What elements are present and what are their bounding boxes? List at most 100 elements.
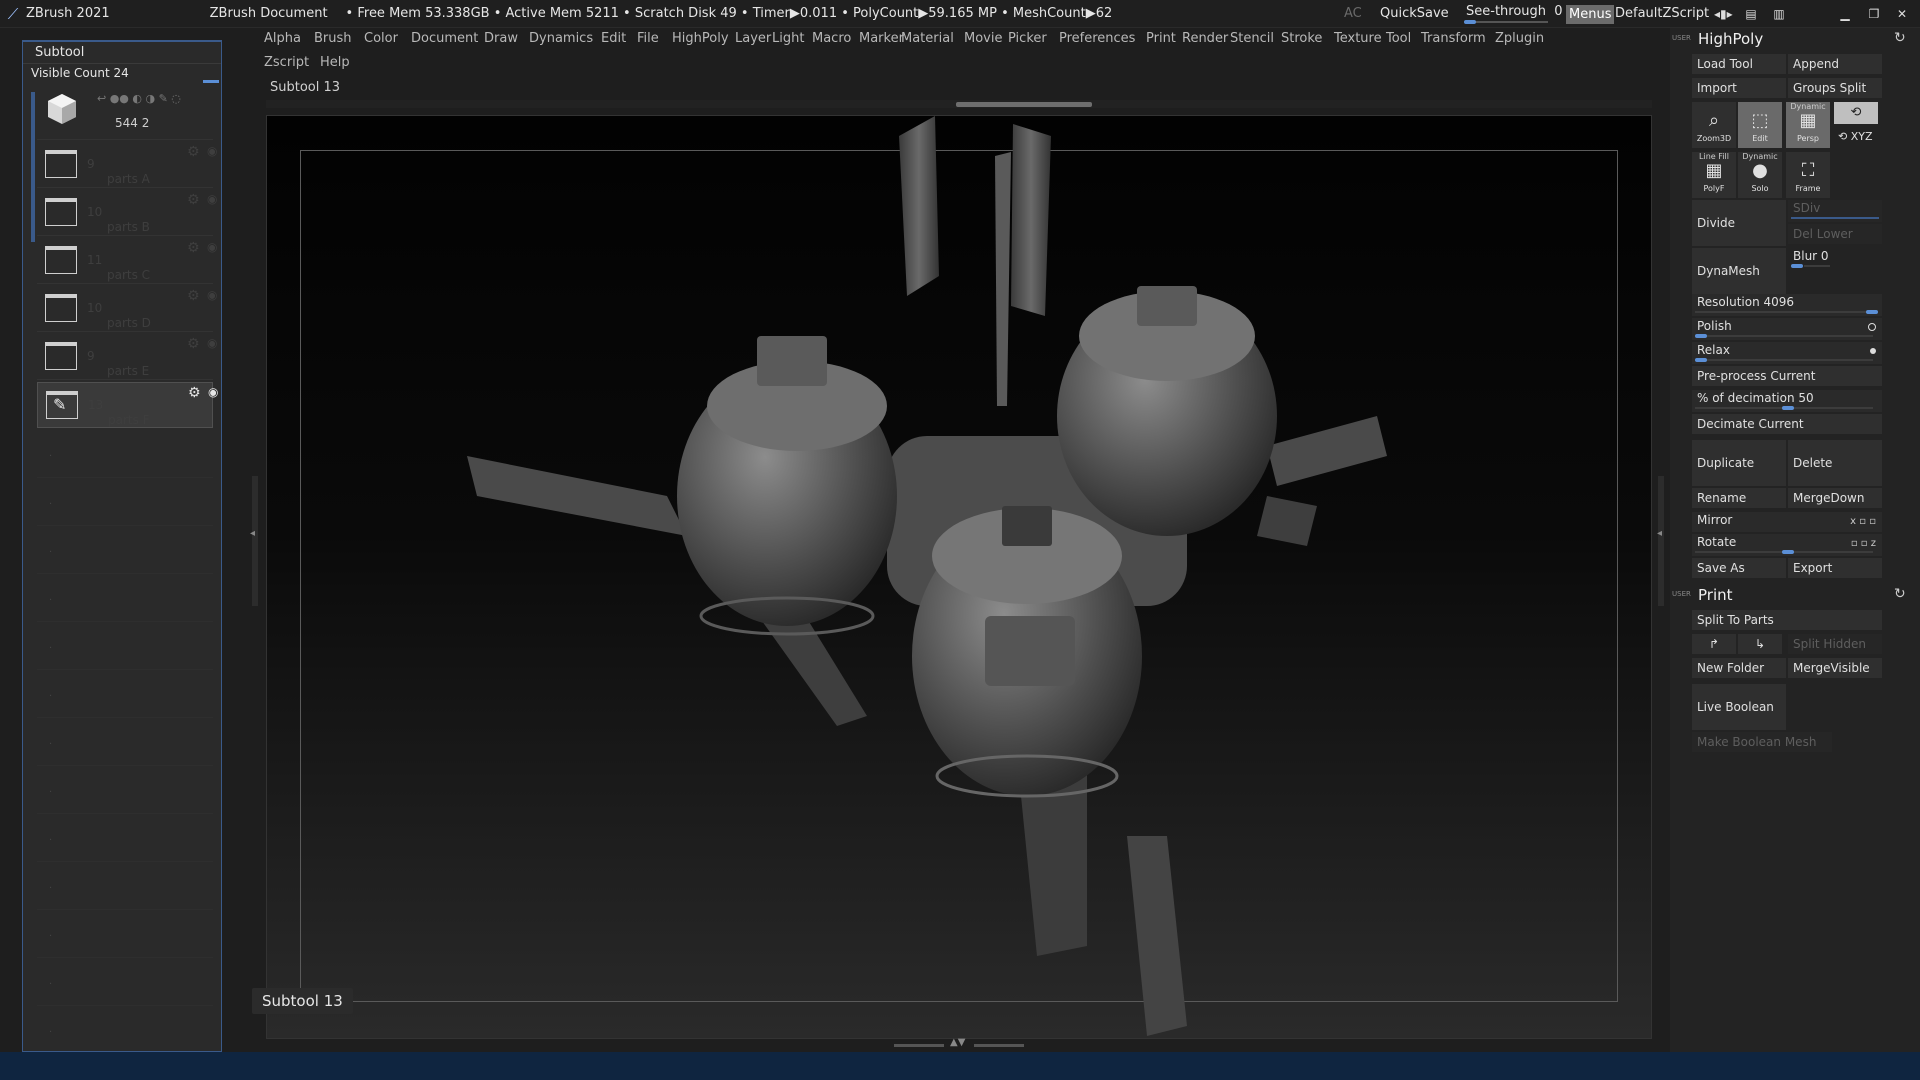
menu-texture[interactable]: Texture: [1334, 31, 1382, 46]
subtool-panel-title[interactable]: Subtool: [23, 42, 221, 64]
import-button[interactable]: Import: [1692, 78, 1786, 98]
subtool-folder-item[interactable]: 9 parts E ⚙ ◉: [37, 334, 217, 380]
polish-slider[interactable]: Polish: [1692, 318, 1882, 340]
decimate-current-button[interactable]: Decimate Current: [1692, 414, 1882, 434]
gear-icon[interactable]: ⚙: [187, 144, 200, 160]
visible-count-slider[interactable]: Visible Count 24: [31, 66, 129, 80]
ui-color-icon[interactable]: ▥: [1770, 6, 1788, 22]
default-zscript-button[interactable]: DefaultZScript: [1615, 6, 1709, 21]
subtool-mini-icons[interactable]: ↩ ●● ◐ ◑ ✎ ◌: [97, 92, 181, 105]
canvas-top-scrollbar[interactable]: [266, 100, 1652, 108]
menu-dynamics[interactable]: Dynamics: [529, 31, 593, 46]
subtool-folder-item[interactable]: 10 parts B ⚙ ◉: [37, 190, 217, 236]
menu-edit[interactable]: Edit: [601, 31, 626, 46]
rotate-axis-icon[interactable]: ▫ ▫ z: [1851, 536, 1876, 552]
refresh-icon[interactable]: ↻: [1894, 586, 1906, 602]
decimation-slider[interactable]: % of decimation 50: [1692, 390, 1882, 412]
mirror-row[interactable]: Mirror x ▫ ▫: [1692, 512, 1882, 532]
delete-button[interactable]: Delete: [1788, 440, 1882, 486]
ac-toggle[interactable]: AC: [1344, 6, 1362, 21]
solo-button[interactable]: Dynamic ● Solo: [1738, 152, 1782, 198]
subtool-folder-item[interactable]: 10 parts D ⚙ ◉: [37, 286, 217, 332]
polyf-button[interactable]: Line Fill ▦ PolyF: [1692, 152, 1736, 198]
resolution-slider[interactable]: Resolution 4096: [1692, 294, 1882, 316]
document-canvas[interactable]: [266, 115, 1652, 1039]
eye-icon[interactable]: ◉: [207, 288, 217, 302]
menu-tool[interactable]: Tool: [1386, 31, 1411, 46]
print-header[interactable]: USER Print ↻: [1670, 584, 1920, 608]
layout-cycle-icon[interactable]: ◂▮▸: [1714, 6, 1733, 22]
subtool-top-item[interactable]: ↩ ●● ◐ ◑ ✎ ◌ 544 2: [37, 86, 213, 140]
menu-layer[interactable]: Layer: [735, 31, 771, 46]
menu-alpha[interactable]: Alpha: [264, 31, 301, 46]
split-to-parts-button[interactable]: Split To Parts: [1692, 610, 1882, 630]
menu-file[interactable]: File: [637, 31, 659, 46]
gear-icon[interactable]: ⚙: [187, 240, 200, 256]
subtool-folder-item-selected[interactable]: ✎ 13 parts F ⚙ ◉: [37, 382, 218, 428]
eye-icon[interactable]: ◉: [207, 192, 217, 206]
redo-arrow-button[interactable]: ↳: [1738, 634, 1782, 654]
polish-toggle-circle[interactable]: [1868, 323, 1876, 331]
rotate-slider[interactable]: Rotate ▫ ▫ z: [1692, 534, 1882, 556]
blur-slider[interactable]: Blur 0: [1788, 248, 1882, 270]
relax-slider[interactable]: Relax: [1692, 342, 1882, 364]
ui-layout-icon[interactable]: ▤: [1742, 6, 1760, 22]
persp-button[interactable]: Dynamic ▦ Persp: [1786, 102, 1830, 148]
dynamesh-button[interactable]: DynaMesh: [1692, 248, 1786, 294]
eye-icon[interactable]: ◉: [207, 336, 217, 350]
divide-button[interactable]: Divide: [1692, 200, 1786, 246]
append-button[interactable]: Append: [1788, 54, 1882, 74]
see-through-knob[interactable]: [1464, 20, 1476, 24]
duplicate-button[interactable]: Duplicate: [1692, 440, 1786, 486]
merge-visible-button[interactable]: MergeVisible: [1788, 658, 1882, 678]
export-button[interactable]: Export: [1788, 558, 1882, 578]
subtool-folder-item[interactable]: 11 parts C ⚙ ◉: [37, 238, 217, 284]
menu-print[interactable]: Print: [1146, 31, 1176, 46]
load-tool-button[interactable]: Load Tool: [1692, 54, 1786, 74]
edit-button[interactable]: ⬚ Edit: [1738, 102, 1782, 148]
right-tray-collapse-handle[interactable]: ◂: [1657, 476, 1664, 606]
eye-icon[interactable]: ◉: [208, 385, 218, 399]
menu-zplugin[interactable]: Zplugin: [1495, 31, 1544, 46]
bottom-tray-handle[interactable]: ▲▼: [894, 1037, 1024, 1048]
gear-icon[interactable]: ⚙: [187, 336, 200, 352]
highpoly-header[interactable]: USER HighPoly ↻: [1670, 28, 1920, 52]
menu-light[interactable]: Light: [772, 31, 804, 46]
relax-toggle-dot[interactable]: [1870, 348, 1876, 354]
xyz-toggle[interactable]: ⟲ XYZ: [1838, 130, 1873, 143]
make-boolean-mesh-button[interactable]: Make Boolean Mesh: [1692, 732, 1832, 752]
subtool-folder-item[interactable]: 9 parts A ⚙ ◉: [37, 142, 217, 188]
scroll-knob[interactable]: [956, 102, 1092, 107]
frame-button[interactable]: ⛶ Frame: [1786, 152, 1830, 198]
save-as-button[interactable]: Save As: [1692, 558, 1786, 578]
menu-transform[interactable]: Transform: [1421, 31, 1486, 46]
left-tray-collapse-handle[interactable]: ◂: [250, 476, 258, 606]
menu-picker[interactable]: Picker: [1008, 31, 1047, 46]
minimize-icon[interactable]: ▁: [1836, 6, 1854, 22]
sdiv-slider[interactable]: SDiv: [1788, 200, 1882, 222]
rename-button[interactable]: Rename: [1692, 488, 1786, 508]
undo-arrow-button[interactable]: ↱: [1692, 634, 1736, 654]
subtool-scrollbar[interactable]: [31, 92, 35, 242]
menu-material[interactable]: Material: [901, 31, 954, 46]
gear-icon[interactable]: ⚙: [187, 192, 200, 208]
new-folder-button[interactable]: New Folder: [1692, 658, 1786, 678]
del-lower-button[interactable]: Del Lower: [1788, 224, 1882, 244]
refresh-icon[interactable]: ↻: [1894, 30, 1906, 46]
floor-button[interactable]: ⟲: [1834, 102, 1878, 124]
menu-stencil[interactable]: Stencil: [1230, 31, 1274, 46]
restore-icon[interactable]: ❐: [1865, 6, 1883, 22]
eye-icon[interactable]: ◉: [207, 240, 217, 254]
menu-preferences[interactable]: Preferences: [1059, 31, 1135, 46]
mirror-axis-icon[interactable]: x ▫ ▫: [1850, 514, 1876, 530]
preprocess-current-button[interactable]: Pre-process Current: [1692, 366, 1882, 386]
mergedown-button[interactable]: MergeDown: [1788, 488, 1882, 508]
quicksave-button[interactable]: QuickSave: [1380, 6, 1449, 21]
live-boolean-button[interactable]: Live Boolean: [1692, 684, 1786, 730]
menu-highpoly[interactable]: HighPoly: [672, 31, 729, 46]
menu-marker[interactable]: Marker: [859, 31, 904, 46]
3d-model-viewport[interactable]: [267, 116, 1652, 1039]
menu-draw[interactable]: Draw: [484, 31, 518, 46]
menu-help[interactable]: Help: [320, 55, 350, 70]
groups-split-button[interactable]: Groups Split: [1788, 78, 1882, 98]
